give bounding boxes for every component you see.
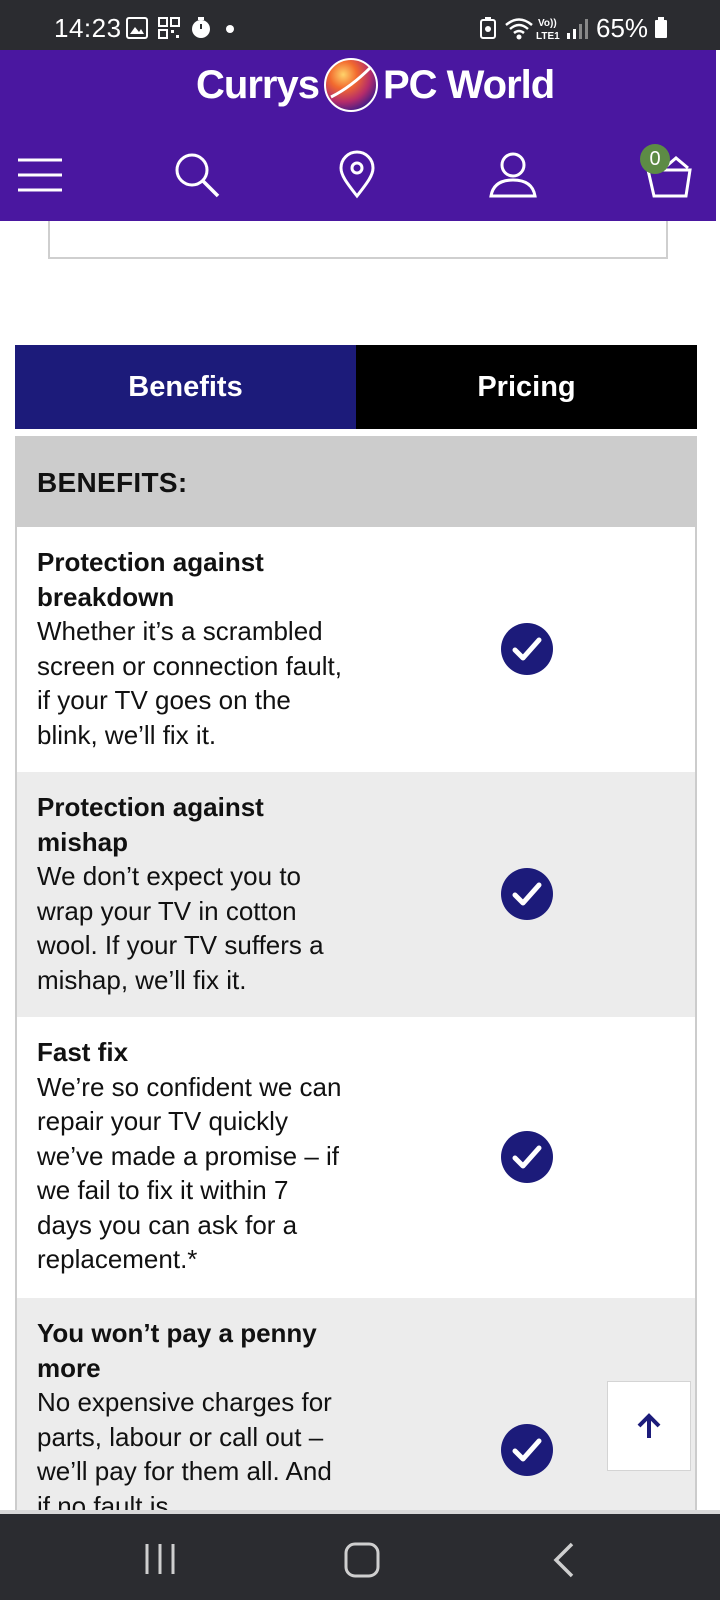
battery-saver-icon	[480, 17, 496, 39]
location-icon[interactable]	[332, 150, 382, 200]
battery-percentage: 65%	[596, 13, 649, 43]
search-icon[interactable]	[172, 150, 222, 200]
benefit-row: You won’t pay a penny more No expensive …	[17, 1298, 695, 1516]
dot-icon	[226, 25, 234, 33]
benefit-description: We’re so confident we can repair your TV…	[37, 1071, 342, 1275]
benefit-title: Protection against mishap	[37, 792, 264, 857]
wifi-icon	[505, 18, 533, 40]
signal-icon	[567, 19, 588, 39]
recent-apps-icon[interactable]	[144, 1542, 176, 1576]
benefit-title: Protection against breakdown	[37, 547, 264, 612]
battery-icon	[655, 17, 667, 38]
tab-pricing[interactable]: Pricing	[356, 345, 697, 429]
cart-count-badge: 0	[640, 144, 670, 174]
checkmark-icon	[501, 868, 553, 920]
benefit-description: Whether it’s a scrambled screen or conne…	[37, 616, 342, 750]
benefit-row: Fast fix We’re so confident we can repai…	[17, 1017, 695, 1298]
benefit-description: No expensive charges for parts, labour o…	[37, 1387, 332, 1516]
back-icon[interactable]	[552, 1542, 576, 1578]
benefit-title: Fast fix	[37, 1037, 129, 1067]
benefits-table: BENEFITS: Protection against breakdown W…	[15, 436, 697, 1516]
system-navigation-bar	[0, 1510, 720, 1600]
benefit-description: We don’t expect you to wrap your TV in c…	[37, 861, 324, 995]
tab-benefits[interactable]: Benefits	[15, 345, 356, 429]
logo-text-left: Currys	[196, 62, 320, 107]
benefit-row: Protection against mishap We don’t expec…	[17, 772, 695, 1017]
site-header: Currys PC World 0	[0, 50, 716, 221]
logo-emblem-icon	[323, 58, 378, 112]
gallery-icon	[126, 17, 148, 39]
previous-section-box	[48, 221, 668, 259]
account-icon[interactable]	[488, 150, 538, 200]
benefits-header: BENEFITS:	[17, 438, 695, 527]
benefit-title: You won’t pay a penny more	[37, 1318, 317, 1383]
checkmark-icon	[501, 623, 553, 675]
status-bar: 14:23 Vo)) LTE1 65%	[0, 0, 720, 50]
volte-icon: Vo)) LTE1	[536, 18, 560, 41]
arrow-up-icon	[637, 1413, 661, 1438]
home-icon[interactable]	[344, 1542, 380, 1578]
qr-icon	[158, 17, 180, 39]
checkmark-icon	[501, 1131, 553, 1183]
checkmark-icon	[501, 1424, 553, 1476]
logo-text-right: PC World	[382, 62, 555, 107]
status-time: 14:23	[54, 13, 122, 43]
menu-icon[interactable]	[16, 150, 66, 200]
svg-text:LTE1: LTE1	[536, 31, 560, 41]
svg-text:Vo)): Vo))	[538, 18, 557, 29]
currys-pc-world-logo[interactable]: Currys PC World	[196, 56, 555, 114]
timer-icon	[192, 17, 210, 38]
benefits-pricing-tabs: Benefits Pricing	[15, 345, 697, 429]
benefit-row: Protection against breakdown Whether it’…	[17, 527, 695, 772]
back-to-top-button[interactable]	[607, 1381, 691, 1471]
